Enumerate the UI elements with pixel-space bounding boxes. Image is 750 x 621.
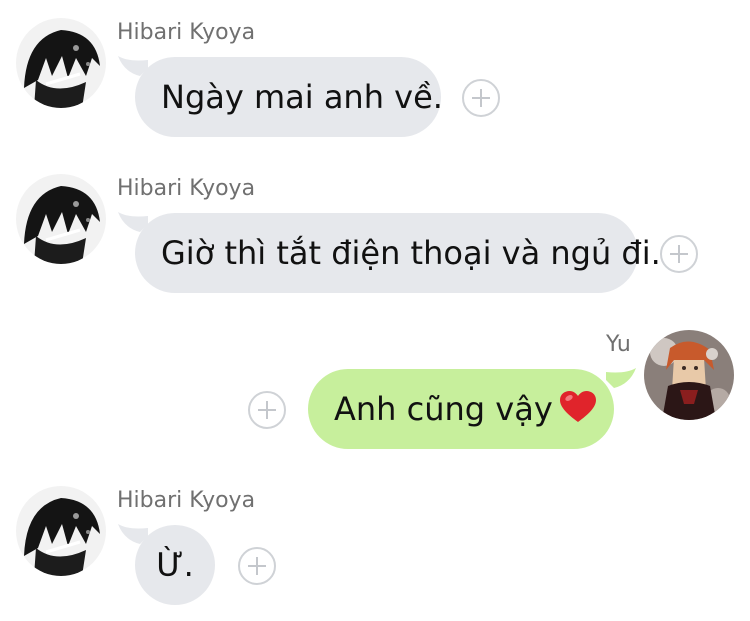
avatar-hibari[interactable] — [16, 174, 106, 264]
add-reaction-button[interactable] — [238, 547, 276, 585]
bubble-tail — [606, 368, 636, 392]
avatar-yu[interactable] — [644, 330, 734, 420]
message-bubble[interactable]: Ngày mai anh về. — [135, 57, 443, 137]
avatar-image — [16, 174, 106, 264]
sender-name: Hibari Kyoya — [117, 20, 256, 45]
message-bubble[interactable]: Ừ. — [135, 525, 215, 605]
avatar-hibari[interactable] — [16, 18, 106, 108]
add-reaction-button[interactable] — [462, 79, 500, 117]
sender-name: Hibari Kyoya — [117, 488, 256, 513]
add-reaction-button[interactable] — [660, 235, 698, 273]
sender-name: Hibari Kyoya — [117, 176, 256, 201]
avatar-image — [644, 330, 734, 420]
add-reaction-button[interactable] — [248, 391, 286, 429]
avatar-image — [16, 18, 106, 108]
message-bubble[interactable]: Giờ thì tắt điện thoại và ngủ đi. — [135, 213, 661, 293]
avatar-hibari[interactable] — [16, 486, 106, 576]
message-bubble[interactable]: Anh cũng vậy — [308, 369, 614, 449]
message-text: Ngày mai anh về. — [161, 78, 443, 116]
message-text: Giờ thì tắt điện thoại và ngủ đi. — [161, 234, 661, 272]
message-text: Anh cũng vậy — [334, 390, 553, 428]
red-heart-icon — [559, 373, 597, 453]
avatar-image — [16, 486, 106, 576]
message-text: Ừ. — [156, 546, 194, 584]
sender-name: Yu — [606, 332, 631, 357]
chat-thread: Hibari Kyoya Ngày mai anh về. Hibari Kyo… — [0, 0, 750, 621]
